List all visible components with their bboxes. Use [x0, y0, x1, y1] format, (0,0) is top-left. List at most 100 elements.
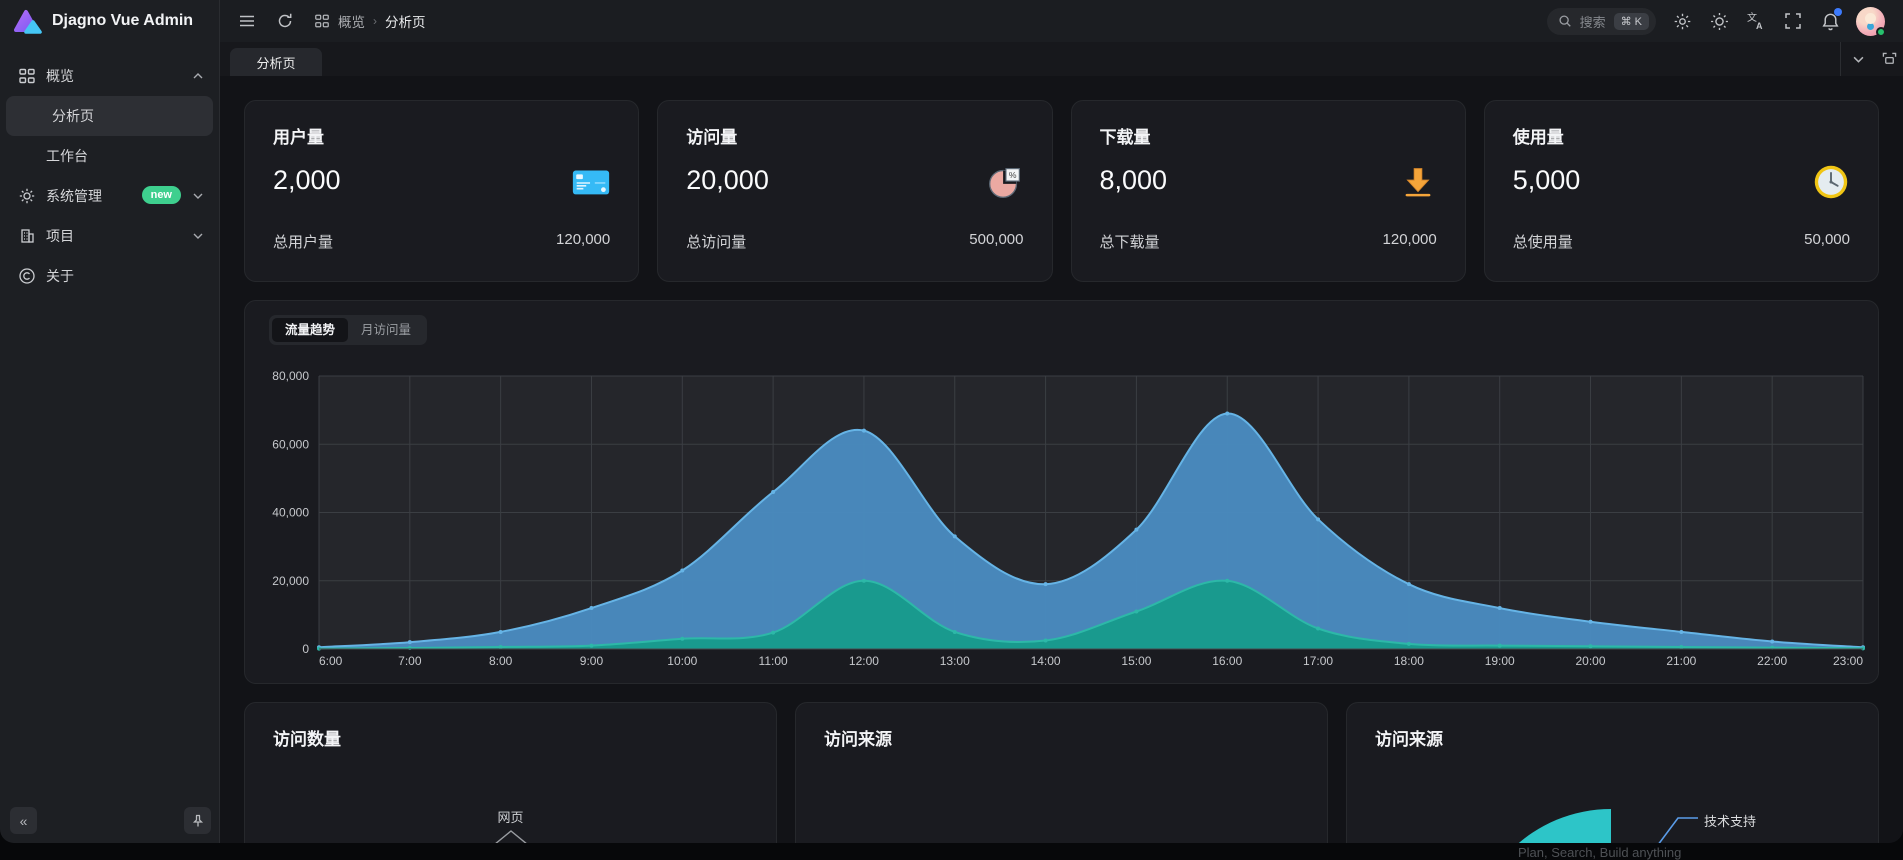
grid-icon — [314, 13, 330, 29]
svg-text:6:00: 6:00 — [319, 654, 343, 668]
notifications-button[interactable] — [1819, 10, 1841, 32]
svg-text:60,000: 60,000 — [272, 437, 309, 451]
sidebar-item-about[interactable]: 关于 — [0, 256, 219, 296]
stat-footer-label: 总用户量 — [273, 231, 333, 252]
pie-chart[interactable] — [1347, 703, 1879, 843]
bank-card-icon — [570, 161, 612, 203]
stat-value: 5,000 — [1513, 165, 1581, 196]
sidebar-item-label: 概览 — [46, 66, 74, 86]
chevron-down-icon — [1853, 56, 1864, 63]
chevron-down-icon — [193, 233, 203, 239]
copyright-icon — [18, 267, 36, 285]
stat-card-usage: 使用量 5,000 总使用量 50,000 — [1484, 100, 1879, 282]
expand-screen-icon — [1882, 52, 1897, 67]
online-status-dot — [1876, 27, 1886, 37]
breadcrumb-page: 分析页 — [385, 11, 426, 31]
funnel-label: 网页 — [245, 807, 776, 826]
stat-footer-label: 总使用量 — [1513, 231, 1573, 252]
refresh-icon[interactable] — [276, 12, 294, 30]
hamburger-menu-icon[interactable] — [238, 12, 256, 30]
stat-footer-value: 120,000 — [556, 231, 610, 252]
stat-value: 8,000 — [1100, 165, 1168, 196]
stat-card-users: 用户量 2,000 总用户量 120,000 — [244, 100, 639, 282]
sidebar-item-label: 系统管理 — [46, 186, 102, 206]
search-input[interactable]: 搜索 ⌘ K — [1547, 8, 1656, 35]
sidebar-item-workbench[interactable]: 工作台 — [0, 136, 219, 176]
chevron-down-icon — [193, 193, 203, 199]
card-title: 访问数量 — [273, 725, 341, 750]
visit-source-pie-card-2: 访问来源 技术支持 — [1346, 702, 1879, 843]
funnel-tip-icon — [487, 830, 535, 843]
background-overlay-text: Plan, Search, Build anything — [1518, 845, 1681, 860]
svg-text:13:00: 13:00 — [940, 654, 970, 668]
grid-icon — [18, 67, 36, 85]
stat-footer-value: 500,000 — [969, 231, 1023, 252]
search-placeholder: 搜索 — [1580, 12, 1606, 31]
svg-text:A: A — [1756, 21, 1763, 31]
stat-card-downloads: 下载量 8,000 总下载量 120,000 — [1071, 100, 1466, 282]
theme-toggle-button[interactable] — [1708, 10, 1730, 32]
user-avatar[interactable] — [1856, 7, 1885, 36]
sidebar-item-analysis[interactable]: 分析页 — [6, 96, 213, 136]
download-icon — [1397, 161, 1439, 203]
stat-footer-value: 120,000 — [1383, 231, 1437, 252]
sidebar-item-project[interactable]: 项目 — [0, 216, 219, 256]
visit-count-card: 访问数量 网页 — [244, 702, 777, 843]
main-content: 用户量 2,000 总用户量 120,000 访问量 20,000 — [220, 76, 1903, 843]
sidebar-item-overview[interactable]: 概览 — [0, 56, 219, 96]
svg-text:0: 0 — [302, 642, 309, 656]
stat-footer-label: 总下载量 — [1100, 231, 1160, 252]
svg-text:20:00: 20:00 — [1576, 654, 1606, 668]
gear-icon — [18, 187, 36, 205]
pie-chart[interactable] — [796, 703, 1328, 843]
notification-dot — [1834, 8, 1842, 16]
svg-text:21:00: 21:00 — [1666, 654, 1696, 668]
logo-row[interactable]: Djagno Vue Admin — [0, 0, 220, 42]
fullscreen-button[interactable] — [1782, 10, 1804, 32]
svg-text:7:00: 7:00 — [398, 654, 422, 668]
stat-value: 20,000 — [686, 165, 769, 196]
sidebar-item-system[interactable]: 系统管理 new — [0, 176, 219, 216]
pin-sidebar-button[interactable] — [184, 807, 211, 834]
sidebar-item-label: 关于 — [46, 266, 74, 286]
app-window: Djagno Vue Admin 概览 分析页 工作台 — [0, 0, 1903, 843]
tab-monthly-visits[interactable]: 月访问量 — [348, 318, 424, 342]
content-fullscreen-button[interactable] — [1875, 42, 1903, 76]
svg-text:18:00: 18:00 — [1394, 654, 1424, 668]
stat-title: 用户量 — [273, 123, 324, 148]
sidebar-item-label: 分析页 — [52, 106, 94, 126]
stat-footer-label: 总访问量 — [686, 231, 746, 252]
tab-traffic-trend[interactable]: 流量趋势 — [272, 318, 348, 342]
sidebar-menu: 概览 分析页 工作台 系统管理 new — [0, 56, 219, 296]
pie-callout-label: 技术支持 — [1704, 811, 1756, 830]
sidebar-item-label: 工作台 — [46, 146, 88, 166]
stat-title: 使用量 — [1513, 123, 1564, 148]
breadcrumb-section[interactable]: 概览 — [338, 11, 365, 31]
traffic-trend-chart[interactable]: 020,00040,00060,00080,0006:007:008:009:0… — [245, 301, 1880, 685]
sidebar-bottom-bar: « — [0, 807, 219, 837]
svg-text:11:00: 11:00 — [759, 654, 788, 668]
funnel-chart[interactable]: 网页 — [245, 807, 776, 843]
app-logo-icon — [13, 6, 43, 36]
svg-text:20,000: 20,000 — [272, 574, 309, 588]
pie-percent-icon: % — [984, 161, 1026, 203]
sidebar-item-label: 项目 — [46, 226, 74, 246]
svg-text:40,000: 40,000 — [272, 506, 309, 520]
translate-icon: 文 A — [1746, 11, 1766, 31]
gear-icon — [1673, 12, 1692, 31]
top-header: 概览 › 分析页 搜索 ⌘ K — [220, 0, 1903, 42]
app-title: Djagno Vue Admin — [52, 12, 193, 30]
svg-text:9:00: 9:00 — [580, 654, 604, 668]
building-icon — [18, 227, 36, 245]
tab-list-dropdown-button[interactable] — [1841, 42, 1875, 76]
collapse-sidebar-button[interactable]: « — [10, 807, 37, 834]
language-button[interactable]: 文 A — [1745, 10, 1767, 32]
settings-button[interactable] — [1671, 10, 1693, 32]
tab-analysis[interactable]: 分析页 — [230, 48, 322, 76]
svg-text:12:00: 12:00 — [849, 654, 879, 668]
svg-text:16:00: 16:00 — [1212, 654, 1242, 668]
stat-value: 2,000 — [273, 165, 341, 196]
new-badge: new — [142, 186, 181, 204]
sidebar: Djagno Vue Admin 概览 分析页 工作台 — [0, 0, 220, 843]
svg-text:10:00: 10:00 — [667, 654, 697, 668]
